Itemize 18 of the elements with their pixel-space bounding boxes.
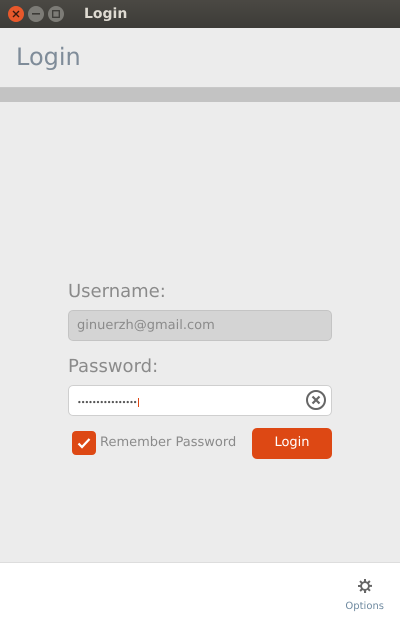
login-button[interactable]: Login [252, 428, 332, 459]
close-icon [12, 10, 20, 18]
options-button[interactable]: Options [345, 579, 384, 614]
close-button[interactable] [8, 6, 24, 22]
maximize-icon [52, 10, 60, 18]
clear-icon[interactable] [305, 389, 327, 412]
maximize-button[interactable] [48, 6, 64, 22]
password-field[interactable]: •••••••••••••••• [68, 384, 332, 416]
remember-checkbox[interactable] [72, 431, 96, 456]
window-title: Login [84, 4, 128, 24]
password-label: Password: [68, 356, 160, 377]
remember-label: Remember Password [100, 434, 236, 452]
minimize-button[interactable] [28, 6, 44, 22]
page-title: Login [16, 43, 81, 72]
minimize-icon [32, 13, 40, 15]
check-icon [77, 437, 91, 450]
username-label: Username: [68, 282, 167, 302]
settings-icon [358, 579, 372, 593]
